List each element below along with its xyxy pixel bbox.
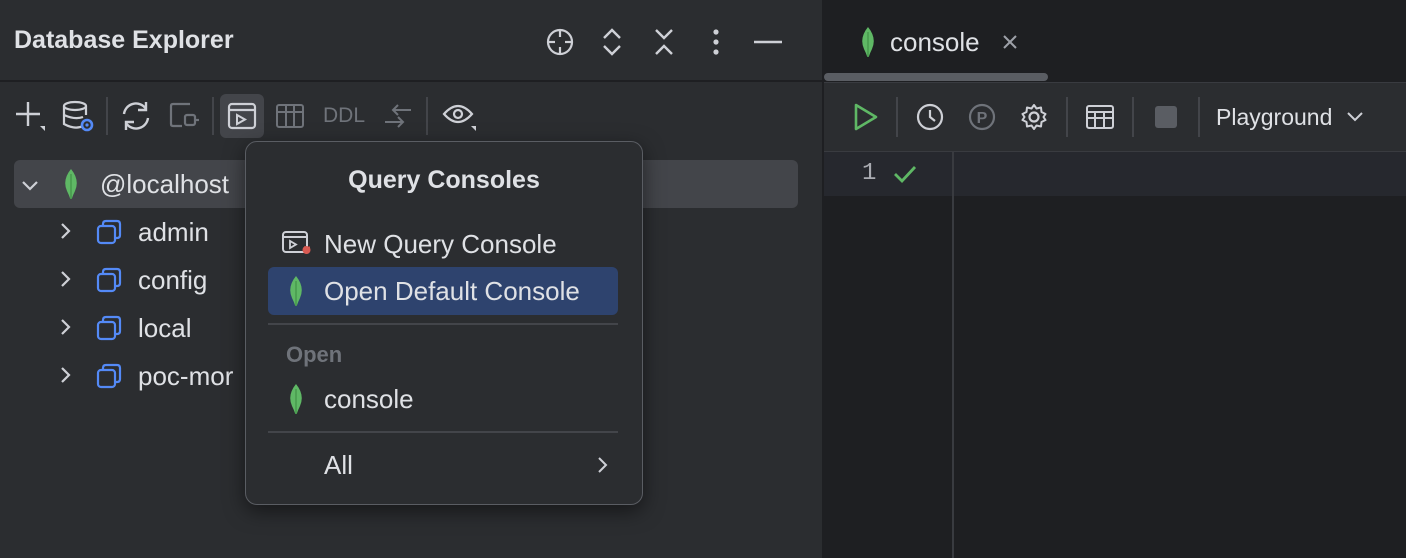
more-icon[interactable] <box>690 22 742 62</box>
add-icon[interactable] <box>6 94 54 138</box>
chevron-right-icon[interactable] <box>58 313 80 344</box>
console-toolbar: P Playground <box>824 82 1406 152</box>
item-label: New Query Console <box>324 228 557 259</box>
tree-item-poc-mor[interactable]: poc-mor <box>58 354 233 398</box>
toolbar-separator <box>1132 97 1134 137</box>
minimize-icon[interactable] <box>742 22 794 62</box>
schema-icon <box>80 363 138 389</box>
disconnect-icon[interactable] <box>160 94 208 138</box>
tab-console[interactable]: console <box>854 20 1018 64</box>
ddl-label: DDL <box>322 104 365 127</box>
popup-separator <box>268 431 618 433</box>
tree-item-label: admin <box>138 216 209 247</box>
toolbar-separator <box>1198 97 1200 137</box>
tree-item-local[interactable]: local <box>58 306 191 350</box>
tree-item-label: poc-mor <box>138 360 234 391</box>
tab-label: console <box>890 26 980 57</box>
data-source-properties-icon[interactable] <box>54 94 102 138</box>
chevron-right-icon <box>596 456 608 474</box>
arrows-icon[interactable] <box>374 94 422 138</box>
chevron-right-icon[interactable] <box>58 217 80 248</box>
expand-all-icon[interactable] <box>586 22 638 62</box>
new-console-icon <box>268 230 324 258</box>
mongodb-leaf-icon <box>42 168 100 200</box>
chevron-down-icon[interactable] <box>20 169 42 200</box>
check-icon <box>892 162 918 191</box>
schema-icon <box>80 267 138 293</box>
chevron-down-icon <box>1346 111 1364 123</box>
chevron-right-icon[interactable] <box>58 265 80 296</box>
line-number: 1 <box>862 160 877 187</box>
settings-icon[interactable] <box>1012 95 1056 139</box>
table-view-icon[interactable] <box>1078 95 1122 139</box>
item-label: console <box>324 383 414 414</box>
item-label: All <box>324 449 353 480</box>
parameters-icon[interactable]: P <box>960 95 1004 139</box>
collapse-all-icon[interactable] <box>638 22 690 62</box>
toolbar-separator <box>1066 97 1068 137</box>
tree-item-config[interactable]: config <box>58 258 207 302</box>
mode-select[interactable]: Playground <box>1216 95 1364 139</box>
close-icon[interactable] <box>1002 34 1018 50</box>
mode-select-value: Playground <box>1216 103 1333 130</box>
mongodb-leaf-icon <box>268 383 324 415</box>
toolbar-separator <box>896 97 898 137</box>
open-default-console-item[interactable]: Open Default Console <box>268 267 618 315</box>
query-consoles-popup: Query Consoles New Query Console Open De… <box>245 141 643 505</box>
history-icon[interactable] <box>908 95 952 139</box>
console-item[interactable]: console <box>268 375 618 423</box>
refresh-icon[interactable] <box>112 94 160 138</box>
stop-icon[interactable] <box>1144 95 1188 139</box>
svg-text:P: P <box>977 110 988 127</box>
editor-panel: console P Playground 1 <box>824 0 1406 558</box>
tree-root-label: @localhost <box>100 168 230 199</box>
schema-icon <box>80 219 138 245</box>
mongodb-leaf-icon <box>854 26 882 58</box>
toolbar-separator <box>426 97 428 135</box>
toolbar-separator <box>106 97 108 135</box>
tree-item-label: config <box>138 264 208 295</box>
tab-underline <box>824 73 1048 81</box>
tree-item-label: local <box>138 312 192 343</box>
explorer-toolbar: DDL <box>6 94 488 138</box>
ddl-button[interactable]: DDL <box>314 94 374 138</box>
popup-separator <box>268 323 618 325</box>
item-label: Open Default Console <box>324 275 580 306</box>
panel-title: Database Explorer <box>14 26 234 54</box>
gutter-divider <box>952 152 954 558</box>
header-divider <box>0 80 822 82</box>
new-query-console-item[interactable]: New Query Console <box>268 220 618 268</box>
toolbar-separator <box>212 97 214 135</box>
open-section-header: Open <box>286 342 343 367</box>
query-console-icon[interactable] <box>220 94 264 138</box>
tree-item-admin[interactable]: admin <box>58 210 209 254</box>
table-editor-icon[interactable] <box>266 94 314 138</box>
view-options-icon[interactable] <box>432 94 488 138</box>
tree-root-localhost[interactable]: @localhost <box>20 162 229 206</box>
header-actions <box>534 22 794 62</box>
schema-icon <box>80 315 138 341</box>
run-icon[interactable] <box>844 95 888 139</box>
chevron-right-icon[interactable] <box>58 361 80 392</box>
all-consoles-item[interactable]: All <box>268 441 618 489</box>
locate-icon[interactable] <box>534 22 586 62</box>
mongodb-leaf-icon <box>268 275 324 307</box>
popup-title: Query Consoles <box>348 166 540 194</box>
